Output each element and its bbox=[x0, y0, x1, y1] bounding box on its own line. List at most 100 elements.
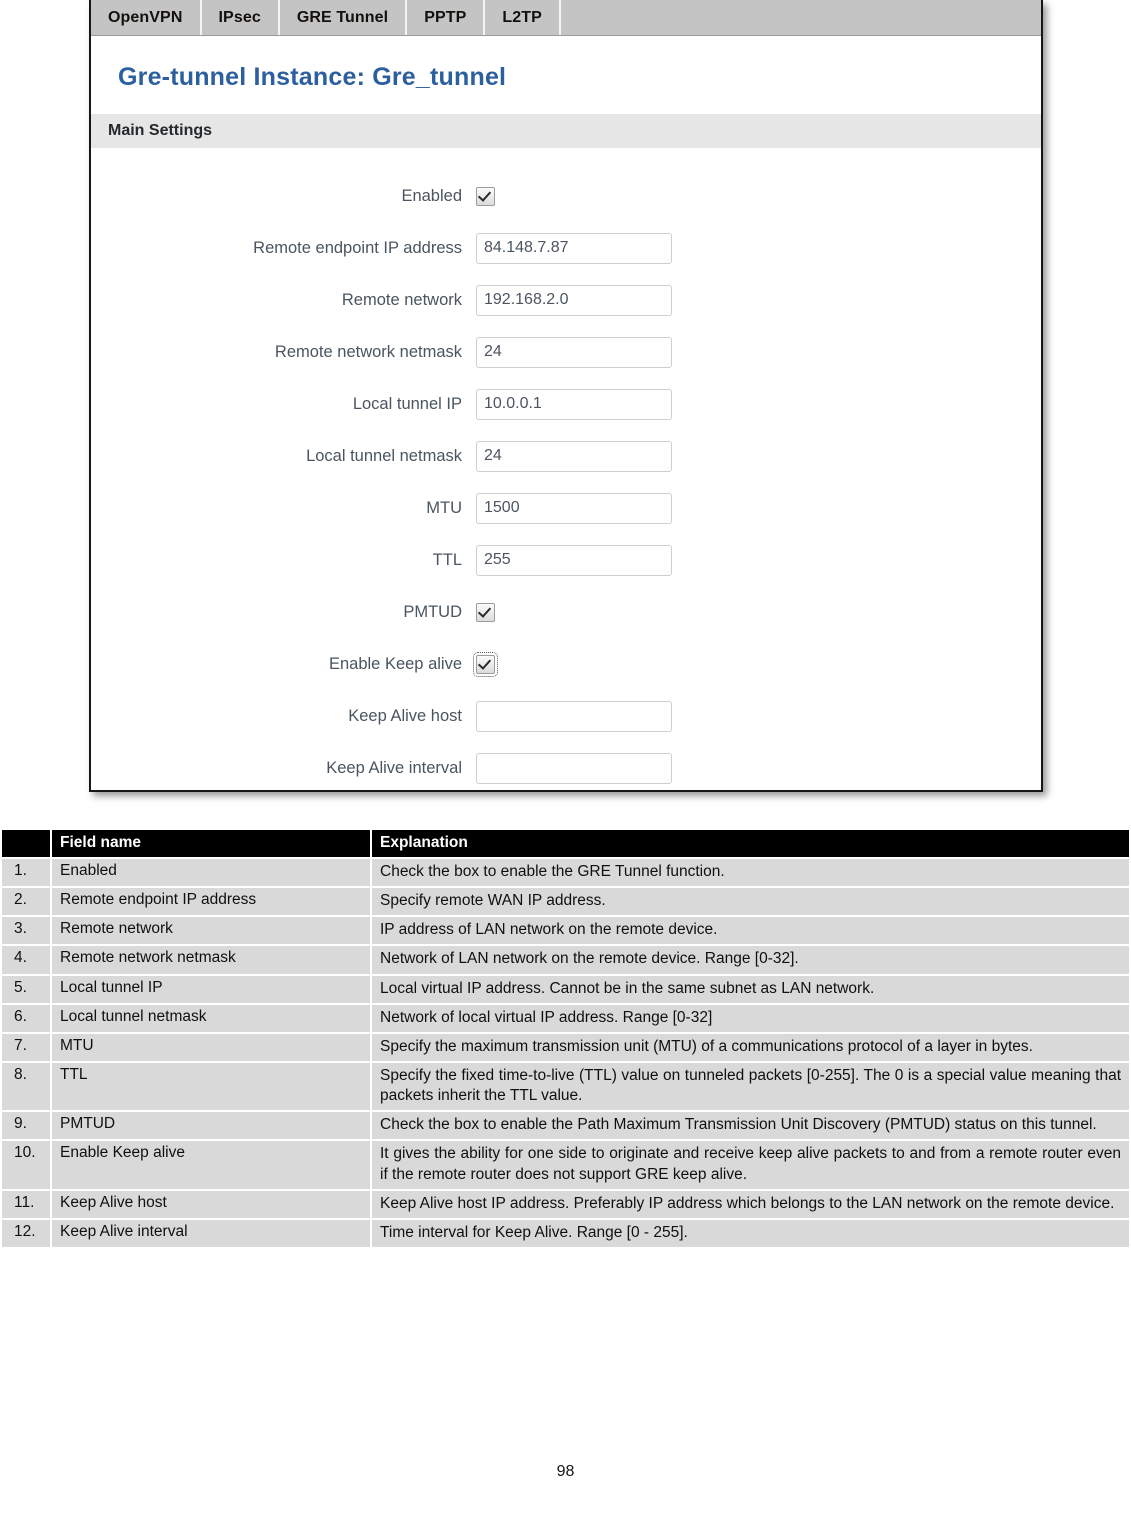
row-field-name: Enabled bbox=[52, 859, 370, 887]
table-body: 1. Enabled Check the box to enable the G… bbox=[2, 859, 1129, 1247]
remote-endpoint-ip-input[interactable] bbox=[476, 232, 672, 264]
remote-network-control bbox=[476, 284, 1041, 316]
tab-label: GRE Tunnel bbox=[296, 8, 389, 26]
remote-network-input[interactable] bbox=[476, 284, 672, 316]
row-explanation: It gives the ability for one side to ori… bbox=[372, 1141, 1129, 1189]
tab-pptp[interactable]: PPTP bbox=[407, 0, 486, 35]
mtu-control bbox=[476, 492, 1041, 524]
form-row-remote-network-netmask: Remote network netmask bbox=[91, 330, 1041, 374]
keep-alive-host-input[interactable] bbox=[476, 700, 672, 732]
tab-ipsec[interactable]: IPsec bbox=[202, 0, 280, 35]
row-explanation: Network of local virtual IP address. Ran… bbox=[372, 1004, 1129, 1032]
local-tunnel-ip-control bbox=[476, 388, 1041, 420]
row-number: 11. bbox=[2, 1190, 50, 1218]
enable-keep-alive-control bbox=[473, 651, 1041, 677]
mtu-input[interactable] bbox=[476, 492, 672, 524]
form-row-remote-endpoint-ip: Remote endpoint IP address bbox=[91, 226, 1041, 270]
row-explanation: Local virtual IP address. Cannot be in t… bbox=[372, 975, 1129, 1003]
row-number: 2. bbox=[2, 888, 50, 916]
local-tunnel-netmask-control bbox=[476, 440, 1041, 472]
keep-alive-interval-label: Keep Alive interval bbox=[326, 758, 462, 777]
form-row-local-tunnel-ip: Local tunnel IP bbox=[91, 382, 1041, 426]
router-ui-screenshot: OpenVPN IPsec GRE Tunnel PPTP L2TP Gre-t… bbox=[89, 0, 1043, 792]
remote-network-netmask-label: Remote network netmask bbox=[274, 342, 462, 361]
row-number: 3. bbox=[2, 917, 50, 945]
table-header-row: Field name Explanation bbox=[2, 830, 1129, 857]
row-field-name: TTL bbox=[52, 1062, 370, 1111]
pmtud-label: PMTUD bbox=[403, 602, 462, 621]
tab-label: PPTP bbox=[424, 8, 467, 26]
row-number: 10. bbox=[2, 1141, 50, 1189]
table-row: 2. Remote endpoint IP address Specify re… bbox=[2, 888, 1129, 916]
tab-label: OpenVPN bbox=[108, 8, 183, 26]
local-tunnel-ip-label: Local tunnel IP bbox=[352, 394, 462, 413]
local-tunnel-netmask-input[interactable] bbox=[476, 440, 672, 472]
ttl-control bbox=[476, 544, 1041, 576]
row-explanation: Check the box to enable the GRE Tunnel f… bbox=[372, 859, 1129, 887]
form-row-keep-alive-host: Keep Alive host bbox=[91, 694, 1041, 738]
row-field-name: Keep Alive interval bbox=[52, 1219, 370, 1247]
remote-network-netmask-input[interactable] bbox=[476, 336, 672, 368]
tab-l2tp[interactable]: L2TP bbox=[485, 0, 561, 35]
page-number: 98 bbox=[556, 1463, 575, 1480]
form-row-keep-alive-interval: Keep Alive interval bbox=[91, 746, 1041, 790]
row-field-name: Remote network bbox=[52, 917, 370, 945]
row-number: 6. bbox=[2, 1004, 50, 1032]
keep-alive-interval-control bbox=[476, 752, 1041, 784]
row-explanation: Specify the fixed time-to-live (TTL) val… bbox=[372, 1062, 1129, 1111]
enabled-label: Enabled bbox=[401, 186, 462, 205]
row-field-name: Keep Alive host bbox=[52, 1190, 370, 1218]
row-explanation: Time interval for Keep Alive. Range [0 -… bbox=[372, 1219, 1129, 1247]
row-explanation: Network of LAN network on the remote dev… bbox=[372, 946, 1129, 974]
local-tunnel-netmask-label: Local tunnel netmask bbox=[306, 446, 462, 465]
form-row-remote-network: Remote network bbox=[91, 278, 1041, 322]
local-tunnel-ip-input[interactable] bbox=[476, 388, 672, 420]
row-explanation: Keep Alive host IP address. Preferably I… bbox=[372, 1190, 1129, 1218]
remote-endpoint-ip-control bbox=[476, 232, 1041, 264]
table-row: 12. Keep Alive interval Time interval fo… bbox=[2, 1219, 1129, 1247]
pmtud-checkbox[interactable] bbox=[476, 602, 495, 622]
column-header-field-name: Field name bbox=[52, 830, 370, 857]
table-row: 6. Local tunnel netmask Network of local… bbox=[2, 1004, 1129, 1032]
row-field-name: Remote network netmask bbox=[52, 946, 370, 974]
form-row-enable-keep-alive: Enable Keep alive bbox=[91, 642, 1041, 686]
row-explanation: Check the box to enable the Path Maximum… bbox=[372, 1112, 1129, 1140]
form-row-pmtud: PMTUD bbox=[91, 590, 1041, 634]
enable-keep-alive-checkbox[interactable] bbox=[473, 651, 498, 677]
table-row: 3. Remote network IP address of LAN netw… bbox=[2, 917, 1129, 945]
column-header-explanation: Explanation bbox=[372, 830, 1129, 857]
tab-label: IPsec bbox=[218, 8, 261, 26]
mtu-label: MTU bbox=[426, 498, 462, 517]
remote-endpoint-ip-label: Remote endpoint IP address bbox=[253, 238, 462, 257]
keep-alive-host-control bbox=[476, 700, 1041, 732]
enable-keep-alive-label: Enable Keep alive bbox=[328, 654, 462, 673]
enabled-control bbox=[476, 186, 1041, 206]
enabled-checkbox[interactable] bbox=[476, 186, 495, 206]
tab-label: L2TP bbox=[502, 8, 542, 26]
pmtud-control bbox=[476, 602, 1041, 622]
page-title: Gre-tunnel Instance: Gre_tunnel bbox=[118, 63, 507, 91]
table-row: 10. Enable Keep alive It gives the abili… bbox=[2, 1141, 1129, 1189]
main-settings-form: Enabled Remote endpoint IP address Remot… bbox=[91, 148, 1041, 790]
row-number: 5. bbox=[2, 975, 50, 1003]
row-field-name: Enable Keep alive bbox=[52, 1141, 370, 1189]
tab-gre-tunnel[interactable]: GRE Tunnel bbox=[280, 0, 408, 35]
remote-network-netmask-control bbox=[476, 336, 1041, 368]
row-field-name: PMTUD bbox=[52, 1112, 370, 1140]
ttl-input[interactable] bbox=[476, 544, 672, 576]
form-row-ttl: TTL bbox=[91, 538, 1041, 582]
tab-bar-filler bbox=[561, 0, 1041, 35]
tab-openvpn[interactable]: OpenVPN bbox=[91, 0, 202, 35]
row-explanation: Specify remote WAN IP address. bbox=[372, 888, 1129, 916]
keep-alive-host-label: Keep Alive host bbox=[348, 706, 462, 725]
main-settings-section-header: Main Settings bbox=[91, 114, 1041, 148]
table-row: 5. Local tunnel IP Local virtual IP addr… bbox=[2, 975, 1129, 1003]
row-number: 1. bbox=[2, 859, 50, 887]
table-head: Field name Explanation bbox=[2, 830, 1129, 857]
remote-network-label: Remote network bbox=[341, 290, 462, 309]
row-field-name: Local tunnel netmask bbox=[52, 1004, 370, 1032]
row-field-name: MTU bbox=[52, 1033, 370, 1061]
keep-alive-interval-input[interactable] bbox=[476, 752, 672, 784]
row-field-name: Local tunnel IP bbox=[52, 975, 370, 1003]
row-number: 7. bbox=[2, 1033, 50, 1061]
